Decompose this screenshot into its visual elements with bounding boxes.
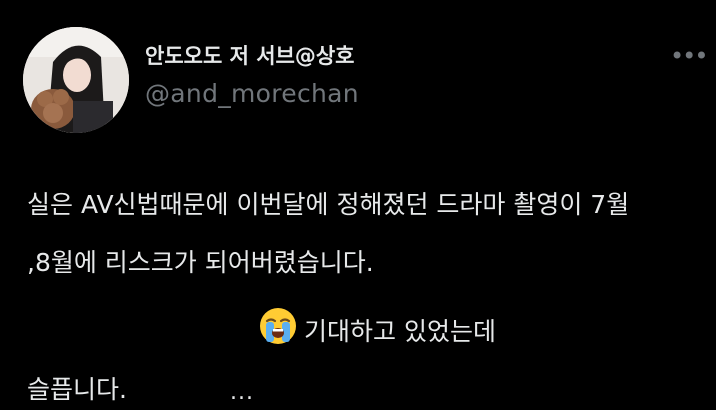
trailing-ellipsis: ... — [230, 380, 254, 405]
tweet-text-line-3: 기대하고 있었는데 — [304, 317, 496, 346]
more-options-icon[interactable]: ••• — [670, 44, 708, 68]
tweet-text-line-2: ,8월에 리스크가 되어버렸습니다. — [27, 248, 374, 277]
author-handle[interactable]: @and_morechan — [145, 79, 359, 108]
author-display-name[interactable]: 안도오도 저 서브@상호 — [145, 40, 355, 70]
loudly-crying-face-icon — [260, 308, 296, 344]
tweet-text-line-4: 슬픕니다. — [27, 375, 127, 404]
tweet-text-line-1: 실은 AV신법때문에 이번달에 정해졌던 드라마 촬영이 7월 — [27, 190, 630, 219]
avatar[interactable] — [23, 27, 129, 133]
